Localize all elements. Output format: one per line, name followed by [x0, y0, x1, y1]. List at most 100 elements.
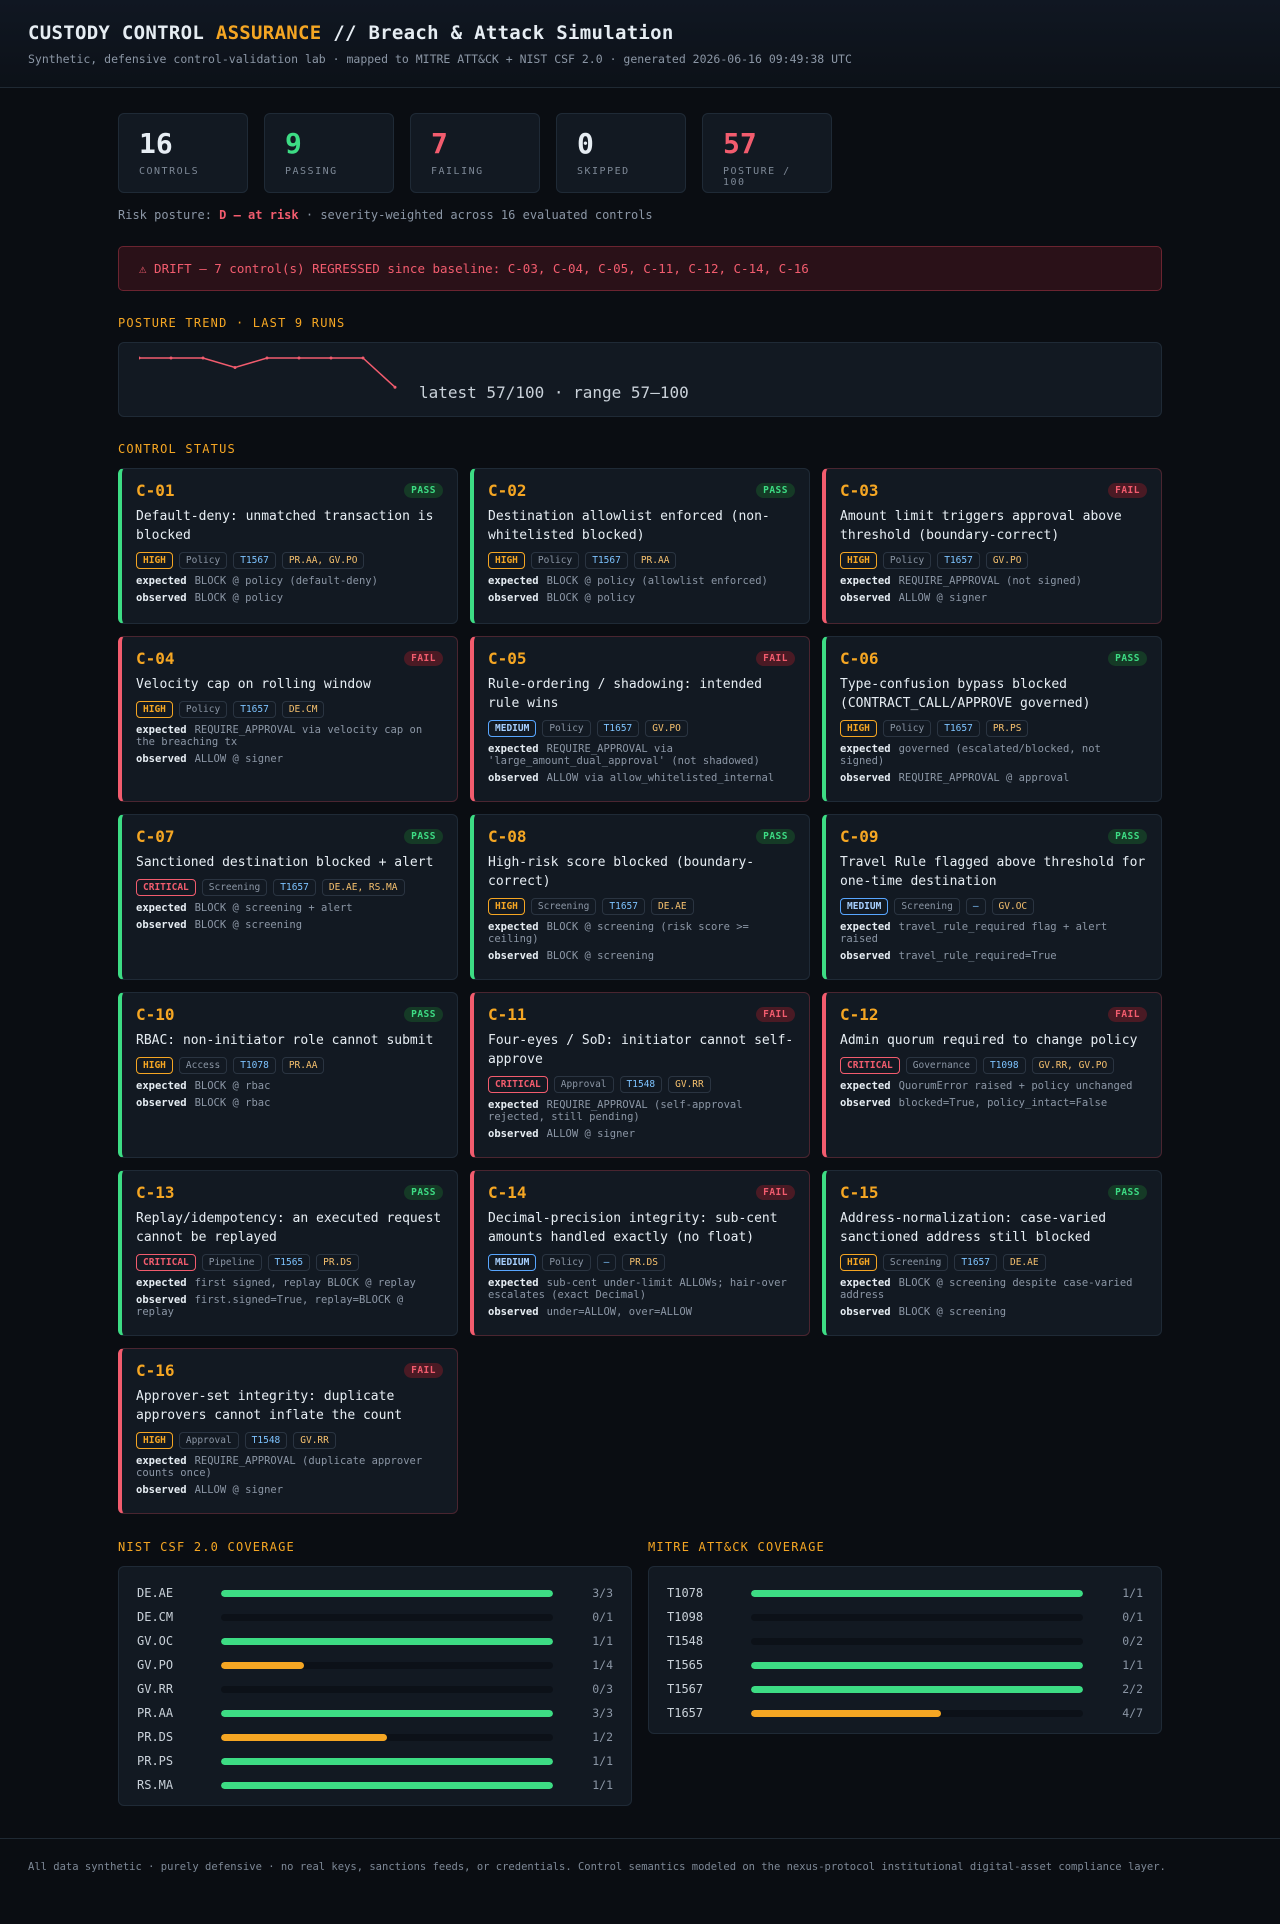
control-tags: HIGH Screening T1657 DE.AE: [840, 1254, 1147, 1271]
severity-tag: HIGH: [488, 898, 525, 915]
observed-label: observed: [136, 592, 187, 604]
category-tag: Policy: [178, 552, 228, 569]
control-card[interactable]: C-14 FAIL Decimal-precision integrity: sub…: [470, 1170, 810, 1336]
control-tags: CRITICAL Screening T1657 DE.AE, RS.MA: [136, 879, 443, 896]
control-card-header: C-13 PASS: [136, 1183, 443, 1202]
coverage-row: T1548 0/2: [667, 1629, 1143, 1653]
observed-row: observed REQUIRE_APPROVAL @ approval: [840, 772, 1147, 784]
page-header: CUSTODY CONTROL ASSURANCE // Breach & At…: [0, 0, 1280, 88]
coverage-value: 1/1: [1122, 1586, 1143, 1600]
severity-tag: HIGH: [136, 552, 173, 569]
observed-value: ALLOW @ signer: [194, 1484, 284, 1496]
technique-tag: T1565: [267, 1254, 311, 1271]
trend-point: [169, 356, 173, 360]
control-title: Travel Rule flagged above threshold for …: [840, 855, 1146, 889]
main-content: 16 CONTROLS 9 PASSING 7 FAILING 0 SKIPPED 57 POST…: [118, 88, 1162, 1806]
control-card[interactable]: C-03 FAIL Amount limit triggers approval a…: [822, 468, 1162, 624]
stat-card: 9 PASSING: [264, 113, 394, 193]
category-tag: Policy: [542, 720, 591, 737]
trend-point: [201, 356, 205, 360]
category-tag: Policy: [882, 720, 932, 737]
nist-tag: PR.AA, GV.PO: [281, 552, 365, 569]
control-title: Default-deny: unmatched transaction is b…: [136, 509, 434, 543]
control-title: Amount limit triggers approval above thr…: [840, 509, 1122, 543]
control-card[interactable]: C-11 FAIL Four-eyes / SoD: initiator canno…: [470, 992, 810, 1158]
technique-tag: T1657: [937, 720, 980, 737]
status-badge: FAIL: [756, 651, 795, 666]
control-tags: HIGH Access T1078 PR.AA: [136, 1057, 443, 1074]
control-id: C-03: [840, 481, 879, 500]
control-card[interactable]: C-04 FAIL Velocity cap on rolling window HI…: [118, 636, 458, 802]
stat-card: 57 POSTURE / 100: [702, 113, 832, 193]
coverage-row: T1565 1/1: [667, 1653, 1143, 1677]
control-card-header: C-15 PASS: [840, 1183, 1147, 1202]
control-card[interactable]: C-01 PASS Default-deny: unmatched transact…: [118, 468, 458, 624]
expected-label: expected: [488, 743, 539, 755]
coverage-bar: [221, 1637, 553, 1645]
control-card[interactable]: C-16 FAIL Approver-set integrity: duplicat…: [118, 1348, 458, 1514]
severity-tag: HIGH: [136, 1057, 173, 1074]
category-tag: Access: [178, 1057, 228, 1074]
control-card[interactable]: C-06 PASS Type-confusion bypass blocked (C…: [822, 636, 1162, 802]
control-title: Destination allowlist enforced (non-whit…: [488, 509, 770, 543]
control-card[interactable]: C-09 PASS Travel Rule flagged above thresh…: [822, 814, 1162, 980]
expected-label: expected: [840, 575, 891, 587]
expected-label: expected: [136, 724, 187, 736]
coverage-value: 1/1: [1122, 1658, 1143, 1672]
coverage-key: T1548: [667, 1634, 704, 1648]
nist-coverage: NIST CSF 2.0 COVERAGE DE.AE 3/3 DE.CM 0/1 GV…: [118, 1540, 632, 1806]
control-card[interactable]: C-12 FAIL Admin quorum required to change …: [822, 992, 1162, 1158]
control-id: C-09: [840, 827, 879, 846]
expected-row: expected first signed, replay BLOCK @ rep…: [136, 1277, 443, 1289]
expected-label: expected: [488, 921, 539, 933]
coverage-row: T1657 4/7: [667, 1701, 1143, 1725]
expected-label: expected: [488, 575, 539, 587]
nist-tag: GV.PO: [985, 552, 1029, 569]
coverage-key: T1657: [667, 1706, 704, 1720]
observed-value: BLOCK @ screening: [898, 1306, 1007, 1318]
coverage-bar: [751, 1685, 1083, 1693]
control-title: High-risk score blocked (boundary-correc…: [488, 855, 755, 889]
control-card[interactable]: C-07 PASS Sanctioned destination blocked +…: [118, 814, 458, 980]
observed-label: observed: [136, 1484, 187, 1496]
severity-tag: HIGH: [840, 1254, 877, 1271]
nist-tag: DE.AE, RS.MA: [321, 879, 405, 896]
control-grid: C-01 PASS Default-deny: unmatched transact…: [118, 468, 1162, 1514]
coverage-key: PR.DS: [137, 1730, 174, 1744]
status-badge: FAIL: [756, 1185, 795, 1200]
risk-posture: Risk posture: D — at risk · severity-wei…: [118, 208, 1162, 222]
control-card[interactable]: C-02 PASS Destination allowlist enforced (…: [470, 468, 810, 624]
control-title: Rule-ordering / shadowing: intended rule…: [488, 677, 762, 711]
category-tag: Policy: [178, 701, 228, 718]
observed-row: observed ALLOW @ signer: [840, 592, 1147, 604]
control-card[interactable]: C-05 FAIL Rule-ordering / shadowing: inten…: [470, 636, 810, 802]
control-card-header: C-03 FAIL: [840, 481, 1147, 500]
coverage-key: T1078: [667, 1586, 704, 1600]
control-card[interactable]: C-08 PASS High-risk score blocked (boundar…: [470, 814, 810, 980]
expected-label: expected: [488, 1277, 539, 1289]
control-card-header: C-10 PASS: [136, 1005, 443, 1024]
control-card[interactable]: C-15 PASS Address-normalization: case-vari…: [822, 1170, 1162, 1336]
coverage-bar-fill: [221, 1661, 304, 1669]
control-tags: MEDIUM Screening — GV.OC: [840, 898, 1147, 915]
control-card[interactable]: C-13 PASS Replay/idempotency: an executed …: [118, 1170, 458, 1336]
control-card[interactable]: C-10 PASS RBAC: non-initiator role cannot …: [118, 992, 458, 1158]
observed-row: observed ALLOW @ signer: [136, 1484, 443, 1496]
observed-row: observed BLOCK @ policy: [488, 592, 795, 604]
title-part: // Breach & Attack Simulation: [321, 22, 674, 44]
category-tag: Governance: [905, 1057, 977, 1074]
observed-row: observed first.signed=True, replay=BLOCK …: [136, 1294, 443, 1318]
control-tags: MEDIUM Policy T1657 GV.PO: [488, 720, 795, 737]
category-tag: Policy: [530, 552, 580, 569]
observed-row: observed under=ALLOW, over=ALLOW: [488, 1306, 795, 1318]
severity-tag: MEDIUM: [488, 1254, 537, 1271]
control-tags: HIGH Policy T1657 GV.PO: [840, 552, 1147, 569]
coverage-value: 0/2: [1122, 1634, 1143, 1648]
expected-value: BLOCK @ policy (default-deny): [194, 575, 378, 587]
expected-row: expected BLOCK @ policy (allowlist enforc…: [488, 575, 795, 587]
expected-row: expected BLOCK @ policy (default-deny): [136, 575, 443, 587]
control-title: Replay/idempotency: an executed request …: [136, 1211, 442, 1245]
observed-value: REQUIRE_APPROVAL @ approval: [898, 772, 1070, 784]
nist-tag: PR.AA: [281, 1057, 325, 1074]
control-id: C-11: [488, 1005, 527, 1024]
